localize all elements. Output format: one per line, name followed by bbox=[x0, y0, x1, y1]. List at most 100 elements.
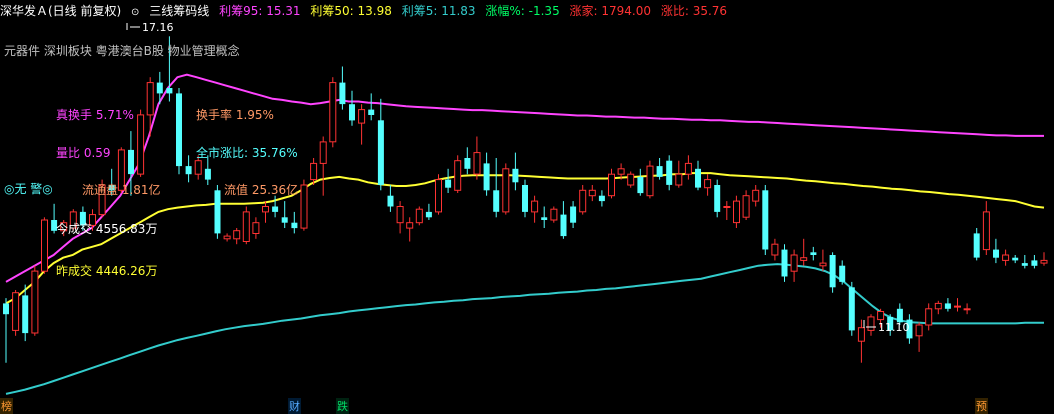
high-price-label: 17.16 bbox=[142, 21, 174, 34]
stat-change-pct: 涨幅%: -1.35 bbox=[485, 4, 560, 18]
candle bbox=[1040, 252, 1048, 266]
yesterday-amount-label: 昨成交 4446.26万 bbox=[56, 264, 158, 278]
stock-title: 深华发Ａ(日线 前复权) bbox=[0, 4, 122, 18]
candle bbox=[982, 201, 990, 255]
candle-body bbox=[560, 214, 567, 237]
candle bbox=[934, 300, 942, 315]
candle-body bbox=[579, 189, 587, 213]
candle bbox=[281, 201, 288, 228]
candle-body bbox=[877, 311, 885, 321]
candle bbox=[41, 217, 48, 274]
candle bbox=[598, 190, 605, 207]
candle-body bbox=[762, 190, 769, 250]
candle bbox=[867, 314, 875, 336]
candle bbox=[541, 206, 548, 228]
alert-label: ◎无 警◎ bbox=[4, 182, 53, 196]
candle bbox=[771, 238, 779, 261]
candle bbox=[954, 298, 961, 312]
candle-body bbox=[742, 195, 750, 218]
candle bbox=[368, 93, 375, 121]
candle-body bbox=[771, 243, 779, 256]
candle-body bbox=[982, 211, 990, 251]
candle-body bbox=[387, 195, 394, 207]
candle-body bbox=[223, 235, 231, 240]
stat-line50: 利筹50: 13.98 bbox=[310, 4, 392, 18]
candle-body bbox=[176, 93, 182, 167]
candle-body bbox=[166, 88, 173, 94]
candle-body bbox=[550, 208, 558, 221]
candle-body bbox=[12, 292, 20, 331]
marker-drop[interactable]: 跌 bbox=[336, 398, 349, 414]
candle bbox=[22, 284, 29, 342]
candle bbox=[445, 168, 452, 193]
candle bbox=[588, 185, 596, 202]
marker-rank[interactable]: 榜 bbox=[0, 398, 13, 414]
candle bbox=[944, 298, 951, 312]
stat-rising-count: 涨家: 1794.00 bbox=[569, 4, 652, 18]
candle bbox=[819, 249, 827, 272]
candle bbox=[502, 163, 510, 215]
candle bbox=[185, 155, 192, 183]
candle bbox=[252, 217, 260, 239]
candle-body bbox=[944, 303, 951, 309]
marker-finance[interactable]: 财 bbox=[288, 398, 301, 414]
candle-body bbox=[396, 206, 404, 224]
float-value-label: 流值 25.36亿 bbox=[224, 183, 299, 197]
candle bbox=[349, 90, 355, 126]
candle bbox=[396, 201, 404, 234]
candle bbox=[406, 217, 414, 242]
candle bbox=[339, 66, 346, 110]
candle-body bbox=[608, 173, 615, 197]
candle bbox=[839, 260, 846, 285]
candle-body bbox=[406, 222, 414, 229]
candle-body bbox=[714, 185, 721, 212]
candle-body bbox=[300, 184, 308, 229]
candlesticks bbox=[3, 36, 1048, 363]
candle-body bbox=[358, 109, 366, 124]
candle-body bbox=[973, 233, 980, 258]
candle-body bbox=[368, 109, 375, 115]
candle-body bbox=[512, 168, 519, 183]
marker-forecast[interactable]: 预 bbox=[975, 398, 988, 414]
candle-body bbox=[435, 179, 442, 213]
candle-body bbox=[954, 305, 961, 308]
candle-body bbox=[839, 265, 846, 282]
candle bbox=[810, 246, 817, 261]
candle bbox=[262, 201, 269, 223]
candle-body bbox=[31, 270, 39, 334]
candle-body bbox=[867, 316, 875, 331]
candle bbox=[473, 136, 481, 180]
candle bbox=[646, 160, 654, 199]
candle-body bbox=[704, 179, 712, 189]
candle bbox=[464, 147, 471, 175]
candle bbox=[714, 179, 721, 218]
candle-body bbox=[1012, 257, 1019, 261]
candle-body bbox=[934, 302, 942, 310]
candle-body bbox=[415, 208, 423, 224]
real-turnover-label: 真换手 5.71% bbox=[56, 108, 134, 122]
candle-body bbox=[1002, 254, 1010, 261]
line-ma95 bbox=[5, 73, 1044, 283]
candle bbox=[1031, 255, 1038, 269]
candle-body bbox=[963, 308, 971, 311]
indicator-name: 三线筹码线 bbox=[149, 4, 210, 18]
candle bbox=[704, 174, 712, 196]
candle bbox=[560, 201, 567, 239]
candle bbox=[762, 185, 769, 255]
turnover-label: 换手率 1.95% bbox=[196, 108, 274, 122]
candle-body bbox=[185, 166, 192, 175]
candle-body bbox=[425, 211, 432, 218]
candle bbox=[733, 195, 740, 228]
indicator-dropdown-icon[interactable]: ⊙ bbox=[131, 7, 139, 18]
candle-body bbox=[993, 249, 999, 258]
candle-body bbox=[310, 162, 318, 181]
float-cap-label: 流通盘 1.81亿 bbox=[82, 183, 161, 197]
stat-line95: 利筹95: 15.31 bbox=[219, 4, 301, 18]
candle bbox=[608, 168, 615, 199]
kline-chart[interactable]: 17.16 11.10 bbox=[0, 0, 1054, 413]
candle-body bbox=[493, 190, 500, 212]
candle bbox=[300, 179, 308, 231]
candle-body bbox=[800, 257, 808, 261]
candle-body bbox=[810, 252, 817, 255]
candle-body bbox=[915, 324, 923, 337]
